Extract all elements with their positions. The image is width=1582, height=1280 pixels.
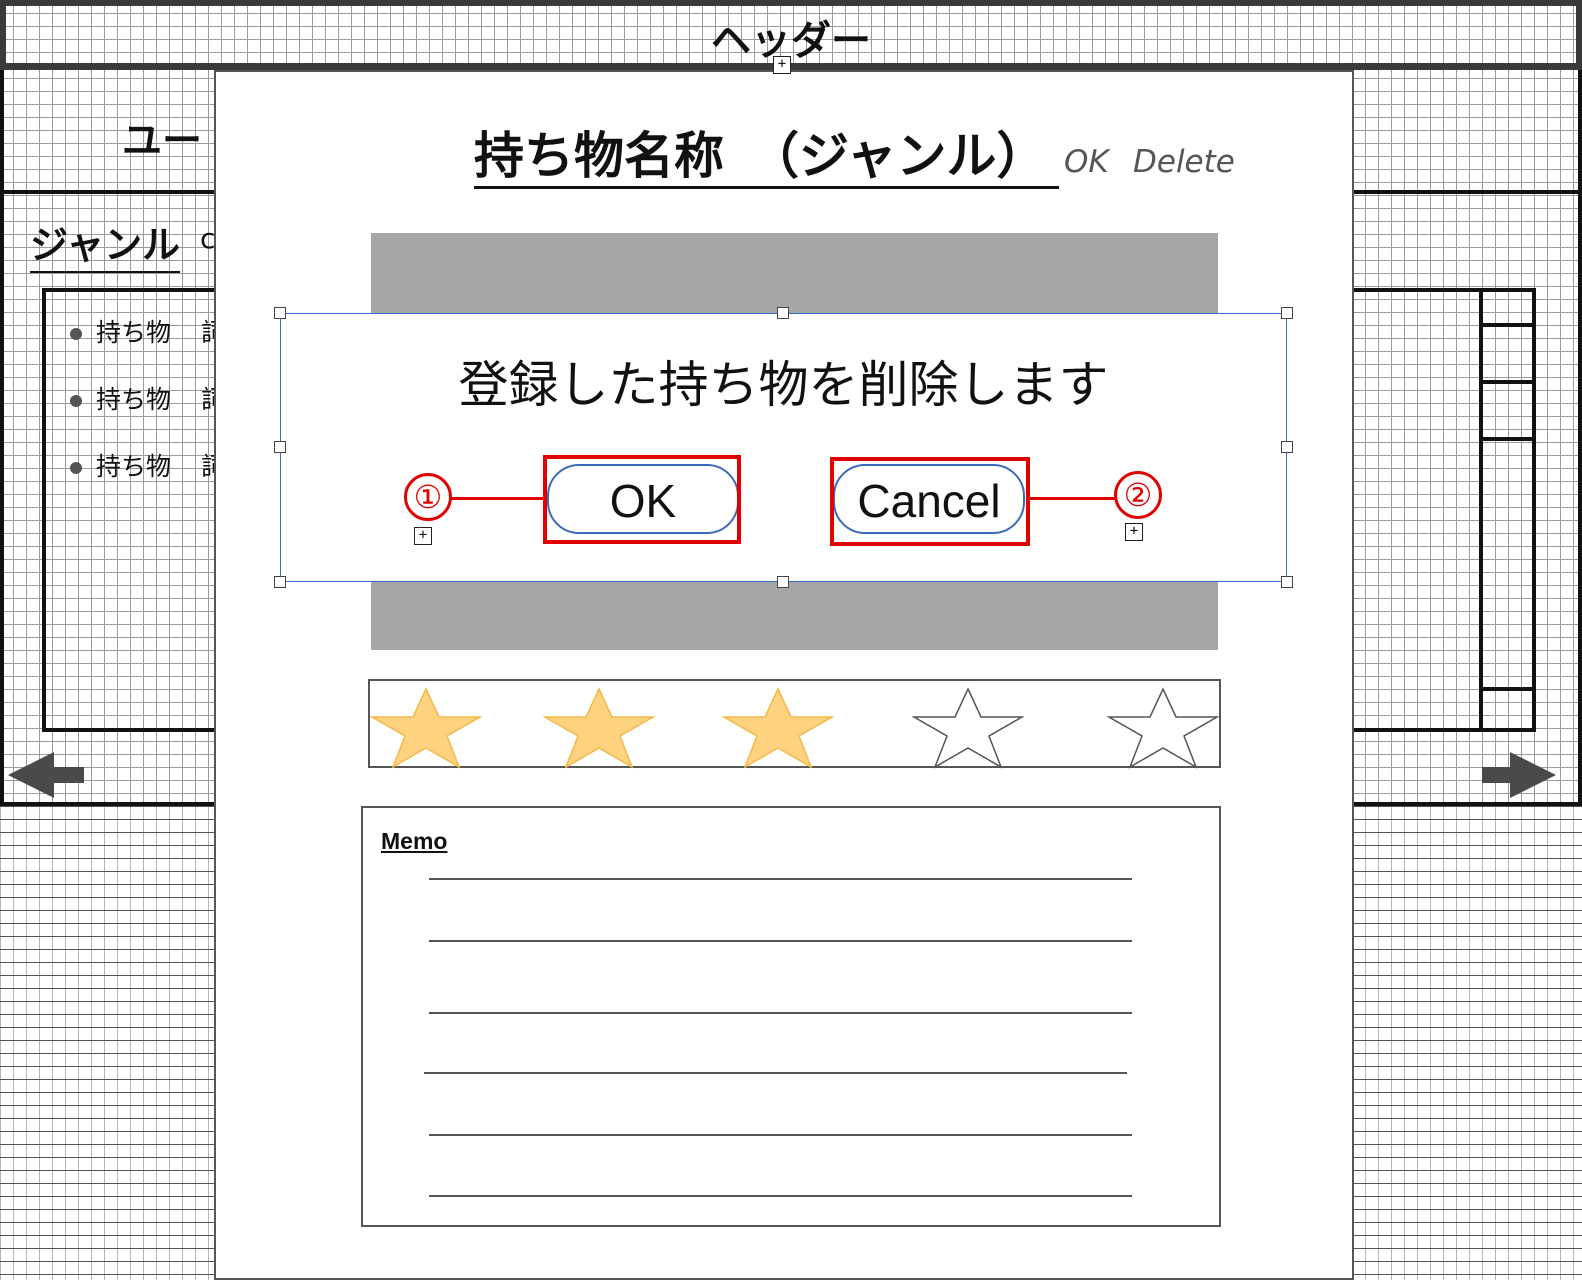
header-title: ヘッダー — [711, 18, 871, 64]
genre-label: ジャンル — [30, 214, 181, 273]
memo-line — [429, 1134, 1132, 1136]
scrollbar-divider — [1479, 323, 1536, 327]
user-name-text: ユー — [122, 118, 202, 164]
callout-number: ② — [1114, 471, 1162, 519]
selection-handle[interactable] — [777, 576, 789, 588]
cancel-button-highlight — [830, 457, 1030, 546]
selection-handle[interactable] — [777, 307, 789, 319]
memo-label: Memo — [381, 828, 448, 854]
scrollbar-divider — [1479, 687, 1536, 691]
list-item[interactable]: 持ち物詞 — [70, 380, 226, 416]
plus-handle-icon[interactable]: + — [773, 56, 791, 74]
memo-line — [429, 1012, 1132, 1014]
list-item[interactable]: 持ち物詞 — [70, 313, 226, 349]
selection-handle[interactable] — [1281, 441, 1293, 453]
list-item[interactable]: 持ち物詞 — [70, 447, 226, 483]
item-title: 持ち物名称 （ジャンル） — [474, 126, 1059, 189]
star-empty-icon[interactable] — [1107, 687, 1219, 769]
callout-line — [1030, 497, 1116, 500]
bullet-icon — [70, 395, 82, 407]
dialog-message: 登録した持ち物を削除します — [458, 356, 1109, 414]
bullet-icon — [70, 462, 82, 474]
star-filled-icon[interactable] — [722, 687, 834, 769]
delete-link[interactable]: Delete — [1133, 144, 1235, 180]
ok-button-highlight — [543, 455, 741, 544]
selection-handle[interactable] — [274, 307, 286, 319]
callout-line — [451, 497, 544, 500]
star-filled-icon[interactable] — [370, 687, 482, 769]
bullet-icon — [70, 328, 82, 340]
plus-handle-icon[interactable]: + — [1125, 523, 1143, 541]
selection-handle[interactable] — [274, 441, 286, 453]
star-filled-icon[interactable] — [543, 687, 655, 769]
scrollbar-divider — [1479, 437, 1536, 441]
memo-line — [429, 940, 1132, 942]
memo-line — [429, 878, 1132, 880]
arrow-right-icon[interactable] — [1510, 752, 1556, 798]
ok-link[interactable]: OK — [1064, 144, 1109, 180]
memo-line — [424, 1072, 1127, 1074]
scrollbar[interactable] — [1479, 288, 1536, 732]
callout-number: ① — [404, 473, 452, 521]
selection-handle[interactable] — [274, 576, 286, 588]
plus-handle-icon[interactable]: + — [414, 527, 432, 545]
arrow-left-icon-bar — [50, 767, 84, 783]
memo-box[interactable] — [361, 806, 1221, 1227]
selection-handle[interactable] — [1281, 576, 1293, 588]
selection-handle[interactable] — [1281, 307, 1293, 319]
scrollbar-divider — [1479, 380, 1536, 384]
memo-line — [429, 1195, 1132, 1197]
arrow-left-icon[interactable] — [8, 752, 54, 798]
star-empty-icon[interactable] — [912, 687, 1024, 769]
rating-stars[interactable] — [368, 679, 1221, 769]
